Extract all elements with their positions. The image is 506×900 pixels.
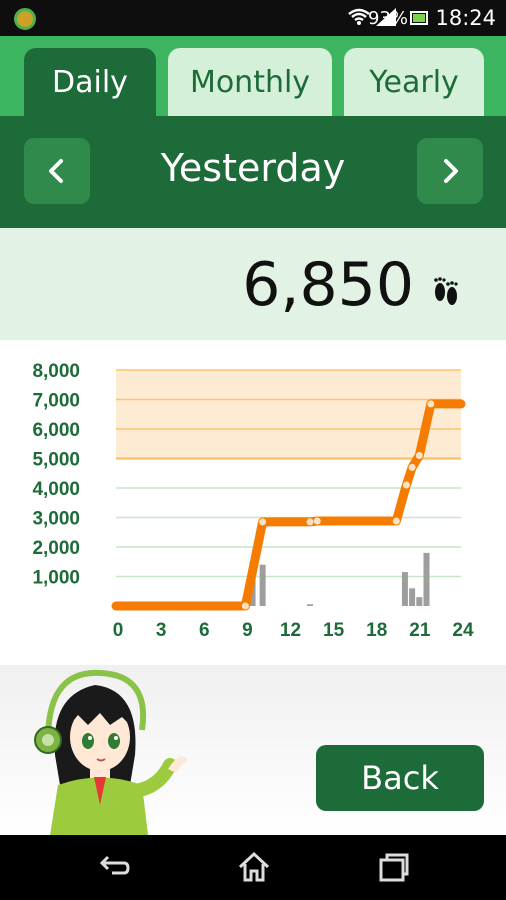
x-tick-label: 9 <box>242 620 253 641</box>
x-tick-label: 3 <box>156 620 167 641</box>
hourly-bar <box>416 597 423 606</box>
y-tick-label: 5,000 <box>32 450 80 471</box>
bottom-panel: Back <box>0 665 506 835</box>
hourly-bar <box>423 552 430 606</box>
hourly-bar <box>409 588 416 606</box>
battery-icon <box>410 11 428 25</box>
y-tick-label: 4,000 <box>32 479 80 500</box>
footprints-icon <box>434 277 458 305</box>
tab-daily[interactable]: Daily <box>24 48 156 116</box>
hourly-bar <box>401 572 408 606</box>
x-tick-label: 21 <box>409 620 431 641</box>
x-tick-label: 18 <box>366 620 387 641</box>
home-nav-icon[interactable] <box>236 849 272 885</box>
status-bar: 93% 18:24 <box>0 0 506 36</box>
y-tick-label: 2,000 <box>32 538 80 559</box>
clock: 18:24 <box>435 6 496 30</box>
date-title: Yesterday <box>160 146 346 190</box>
step-chart-svg: 1,000 2,000 3,000 4,000 5,000 6,000 7,000 8,000… <box>32 361 474 641</box>
date-navigator: Yesterday <box>0 116 506 228</box>
data-point <box>408 463 416 471</box>
app-notification-icon <box>14 8 36 30</box>
data-point <box>313 517 321 525</box>
data-point <box>259 518 267 526</box>
x-tick-label: 15 <box>323 620 345 641</box>
recent-apps-nav-icon[interactable] <box>376 849 412 885</box>
back-button[interactable]: Back <box>316 745 484 811</box>
y-tick-label: 3,000 <box>32 509 80 530</box>
chevron-left-icon <box>49 159 63 183</box>
x-tick-label: 24 <box>452 620 474 641</box>
x-tick-label: 6 <box>199 620 210 641</box>
tab-monthly[interactable]: Monthly <box>168 48 332 116</box>
battery-percentage: 93% <box>367 8 408 29</box>
data-point <box>402 481 410 489</box>
chevron-right-icon <box>444 159 458 183</box>
step-summary: 6,850 <box>0 228 506 340</box>
data-point <box>427 400 435 408</box>
step-chart: 1,000 2,000 3,000 4,000 5,000 6,000 7,000 8,000… <box>0 340 506 665</box>
x-tick-label: 12 <box>280 620 301 641</box>
data-point <box>392 517 400 525</box>
data-point <box>241 602 249 610</box>
x-tick-label: 0 <box>113 620 124 641</box>
period-tab-bar: Daily Monthly Yearly <box>0 36 506 116</box>
y-tick-label: 7,000 <box>32 391 80 412</box>
y-tick-label: 1,000 <box>32 568 80 589</box>
data-point <box>415 452 423 460</box>
mascot-character-image <box>34 669 188 835</box>
system-navigation-bar <box>0 835 506 900</box>
hourly-bar <box>259 564 266 606</box>
previous-day-button[interactable] <box>24 138 90 204</box>
hourly-bar <box>307 604 314 606</box>
step-count: 6,850 <box>242 250 414 320</box>
back-nav-icon[interactable] <box>96 849 132 885</box>
next-day-button[interactable] <box>417 138 483 204</box>
goal-band <box>116 370 461 459</box>
tab-yearly[interactable]: Yearly <box>344 48 484 116</box>
data-point <box>306 518 314 526</box>
y-tick-label: 6,000 <box>32 420 80 441</box>
wifi-icon <box>348 8 370 25</box>
y-tick-label: 8,000 <box>32 361 80 382</box>
